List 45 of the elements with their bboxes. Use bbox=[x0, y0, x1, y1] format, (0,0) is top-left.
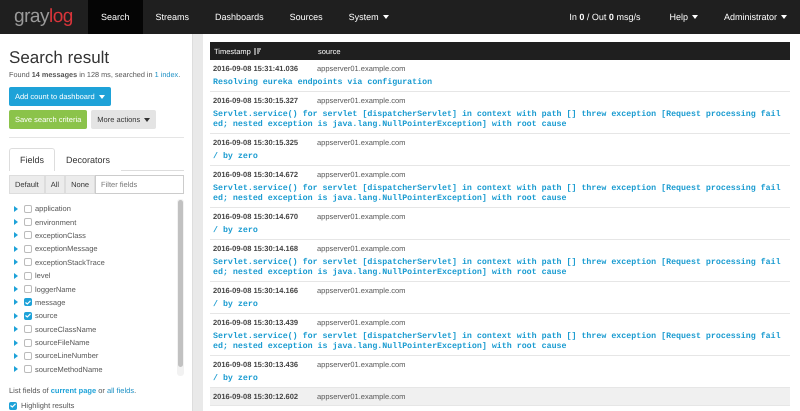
checkbox[interactable] bbox=[24, 272, 32, 280]
checkbox[interactable] bbox=[24, 352, 32, 360]
expand-icon[interactable] bbox=[14, 312, 18, 319]
nav-menu[interactable]: Help bbox=[656, 0, 711, 34]
tab[interactable]: Fields bbox=[9, 148, 56, 171]
checkbox[interactable] bbox=[24, 298, 32, 306]
message-text: / by zero bbox=[213, 374, 259, 384]
expand-icon[interactable] bbox=[14, 246, 18, 252]
message-text: / by zero bbox=[213, 226, 259, 236]
nav-menu[interactable]: Administrator bbox=[710, 0, 800, 34]
logo[interactable]: graylog bbox=[0, 0, 88, 34]
message-text: Servlet.service() for servlet [dispatcherServlet] in context with path [] threw exception [Request processing failed; nested exception is java.lang.NullPointerException] with root cause bbox=[213, 258, 782, 278]
message-text: Resolving eureka endpoints via configuration bbox=[213, 78, 434, 88]
message-text: Servlet.service() for servlet [dispatcherServlet] in context with path [] threw exception [Request processing failed; nested exception is java.lang.NullPointerException] with root cause bbox=[213, 110, 782, 130]
message-text: Servlet.service() for servlet [dispatcherServlet] in context with path [] threw exception [Request processing failed; nested exception is java.lang.NullPointerException] with root cause bbox=[213, 332, 782, 352]
expand-icon[interactable] bbox=[14, 272, 18, 279]
checkbox[interactable] bbox=[24, 338, 32, 347]
expand-icon[interactable] bbox=[14, 366, 18, 372]
caret-icon bbox=[781, 15, 787, 19]
message-text: / by zero bbox=[213, 152, 259, 162]
nav-item[interactable]: Search bbox=[88, 0, 143, 34]
sort-icon bbox=[254, 48, 261, 54]
checkbox[interactable] bbox=[24, 285, 32, 294]
checkbox[interactable] bbox=[24, 325, 32, 334]
checkbox[interactable] bbox=[24, 218, 32, 226]
nav-item[interactable]: Sources bbox=[276, 0, 336, 34]
expand-icon[interactable] bbox=[14, 326, 18, 332]
message-text: / by zero bbox=[213, 300, 259, 310]
scrollbar[interactable] bbox=[177, 199, 184, 376]
checkbox[interactable] bbox=[24, 204, 32, 213]
checkbox[interactable] bbox=[24, 258, 32, 266]
checkbox[interactable] bbox=[24, 231, 32, 240]
throughput-text: In 0 / Out 0 msg/s bbox=[568, 11, 642, 24]
checkbox[interactable] bbox=[9, 402, 17, 410]
checkbox[interactable] bbox=[24, 312, 32, 320]
expand-icon[interactable] bbox=[14, 259, 18, 266]
nav-item[interactable]: System bbox=[336, 0, 402, 34]
nav-item[interactable]: Dashboards bbox=[202, 0, 277, 34]
checkbox[interactable] bbox=[24, 244, 32, 253]
checkbox[interactable] bbox=[24, 365, 32, 374]
caret-icon bbox=[692, 15, 698, 19]
nav-item[interactable]: Streams bbox=[142, 0, 202, 34]
message-text: Servlet.service() for servlet [dispatcherServlet] in context with path [] threw exception [Request processing failed; nested exception is java.lang.NullPointerException] with root cause bbox=[213, 184, 782, 204]
sidebar-title: Search result bbox=[9, 48, 110, 68]
expand-icon[interactable] bbox=[14, 206, 18, 212]
